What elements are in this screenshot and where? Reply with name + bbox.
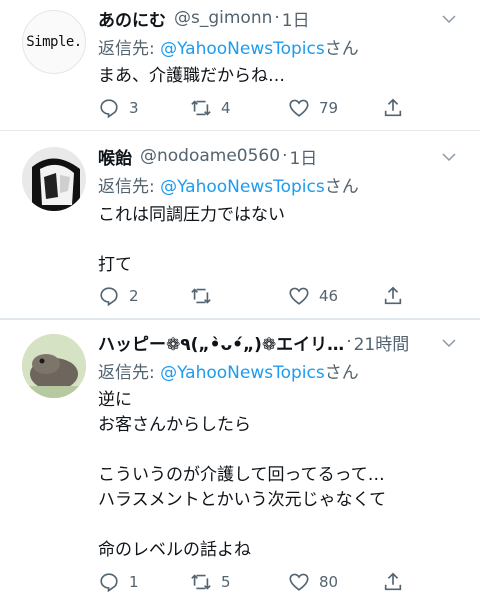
avatar-image	[22, 147, 86, 211]
reply-icon	[100, 99, 118, 119]
tweet-actions: 3 4 79	[98, 96, 418, 120]
reply-context: 返信先: @YahooNewsTopicsさん	[98, 358, 359, 383]
like-button[interactable]: 46	[288, 284, 338, 308]
separator-dot: ·	[274, 8, 280, 28]
timestamp[interactable]: 1日	[289, 144, 317, 169]
user-handle[interactable]: @nodoame0560	[140, 146, 280, 166]
retweet-count: 5	[221, 573, 231, 591]
reply-to-link[interactable]: @YahooNewsTopics	[160, 39, 325, 59]
retweet-button[interactable]: 5	[190, 570, 231, 594]
user-handle[interactable]: @s_gimonn	[174, 8, 272, 28]
tweet-text: これは同調圧力ではない 打て	[98, 205, 285, 275]
reply-button[interactable]: 1	[98, 570, 139, 594]
share-button[interactable]	[382, 284, 404, 308]
tweet-item[interactable]: ハッピー❁٩(„•̀ᴗ•́„)❁エイリ… · 21時間 返信先: @YahooN…	[0, 320, 480, 602]
reply-prefix: 返信先:	[98, 177, 155, 197]
chevron-down-icon[interactable]	[440, 148, 458, 166]
retweet-button[interactable]	[190, 284, 221, 308]
reply-count: 3	[129, 99, 139, 117]
reply-suffix: さん	[324, 39, 359, 59]
tweet-header: ハッピー❁٩(„•̀ᴗ•́„)❁エイリ… · 21時間	[98, 330, 470, 354]
like-button[interactable]: 80	[288, 570, 338, 594]
avatar[interactable]	[22, 147, 86, 211]
reply-context: 返信先: @YahooNewsTopicsさん	[98, 172, 359, 197]
tweet-header: あのにむ @s_gimonn · 1日	[98, 6, 470, 30]
reply-icon	[100, 573, 118, 593]
reply-icon	[100, 287, 118, 307]
reply-suffix: さん	[324, 177, 359, 197]
reply-context: 返信先: @YahooNewsTopicsさん	[98, 34, 359, 59]
tweet-item[interactable]: 喉飴 @nodoame0560 · 1日 返信先: @YahooNewsTopi…	[0, 131, 480, 320]
chevron-down-icon[interactable]	[440, 334, 458, 352]
share-icon	[384, 286, 402, 305]
avatar-image	[22, 334, 86, 398]
tweet-header: 喉飴 @nodoame0560 · 1日	[98, 144, 470, 168]
reply-prefix: 返信先:	[98, 363, 155, 383]
display-name[interactable]: ハッピー❁٩(„•̀ᴗ•́„)❁エイリ…	[98, 330, 344, 355]
share-button[interactable]	[382, 96, 404, 120]
reply-suffix: さん	[324, 363, 359, 383]
share-icon	[384, 572, 402, 591]
timestamp[interactable]: 1日	[282, 6, 310, 31]
tweet-actions: 2 46	[98, 284, 418, 308]
like-icon	[289, 573, 309, 591]
like-count: 46	[319, 287, 339, 305]
retweet-icon	[191, 288, 211, 304]
reply-to-link[interactable]: @YahooNewsTopics	[160, 363, 325, 383]
avatar-logo-text: Simple.	[26, 34, 82, 50]
avatar[interactable]: Simple.	[22, 10, 86, 74]
share-button[interactable]	[382, 570, 404, 594]
reply-to-link[interactable]: @YahooNewsTopics	[160, 177, 325, 197]
tweet-text: 逆に お客さんからしたら こういうのが介護して回ってるって… ハラスメントとかい…	[98, 390, 387, 560]
avatar[interactable]	[22, 334, 86, 398]
retweet-icon	[191, 100, 211, 116]
timestamp[interactable]: 21時間	[354, 330, 410, 355]
reply-count: 2	[129, 287, 139, 305]
share-icon	[384, 98, 402, 117]
like-button[interactable]: 79	[288, 96, 338, 120]
retweet-count: 4	[221, 99, 231, 117]
display-name[interactable]: あのにむ	[98, 6, 166, 31]
like-count: 79	[319, 99, 339, 117]
like-count: 80	[319, 573, 339, 591]
like-icon	[289, 287, 309, 305]
tweet-actions: 1 5 80	[98, 570, 418, 594]
chevron-down-icon[interactable]	[440, 10, 458, 28]
retweet-icon	[191, 574, 211, 590]
tweet-text: まあ、介護職だからね…	[98, 66, 285, 86]
like-icon	[289, 99, 309, 117]
reply-prefix: 返信先:	[98, 39, 155, 59]
retweet-button[interactable]: 4	[190, 96, 231, 120]
reply-button[interactable]: 2	[98, 284, 139, 308]
display-name[interactable]: 喉飴	[98, 144, 132, 169]
tweet-item[interactable]: Simple. あのにむ @s_gimonn · 1日 返信先: @YahooN…	[0, 0, 480, 131]
separator-dot: ·	[346, 332, 352, 352]
reply-button[interactable]: 3	[98, 96, 139, 120]
reply-count: 1	[129, 573, 139, 591]
separator-dot: ·	[282, 146, 288, 166]
